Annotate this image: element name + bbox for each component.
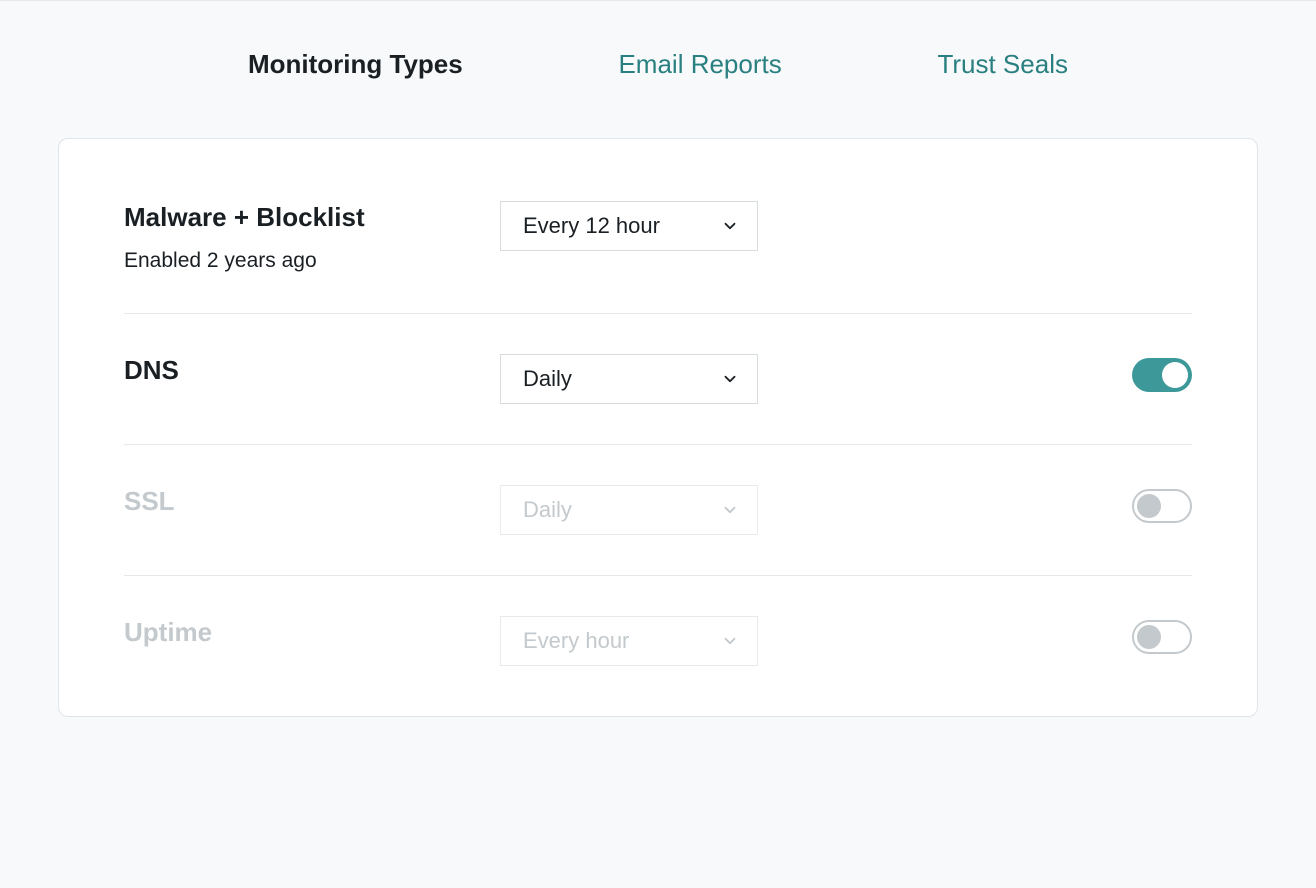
row-dns: DNS Daily bbox=[124, 313, 1192, 444]
uptime-title: Uptime bbox=[124, 616, 500, 650]
ssl-toggle[interactable] bbox=[1132, 489, 1192, 523]
row-malware: Malware + Blocklist Enabled 2 years ago … bbox=[124, 201, 1192, 313]
row-ssl: SSL Daily bbox=[124, 444, 1192, 575]
ssl-frequency-value: Daily bbox=[523, 497, 572, 523]
uptime-frequency-select[interactable]: Every hour bbox=[500, 616, 758, 666]
malware-subtitle: Enabled 2 years ago bbox=[124, 249, 500, 273]
tabs-nav: Monitoring Types Email Reports Trust Sea… bbox=[168, 1, 1148, 138]
chevron-down-icon bbox=[721, 217, 739, 235]
dns-title: DNS bbox=[124, 354, 500, 388]
dns-toggle[interactable] bbox=[1132, 358, 1192, 392]
toggle-knob bbox=[1137, 494, 1161, 518]
ssl-title: SSL bbox=[124, 485, 500, 519]
tab-monitoring-types[interactable]: Monitoring Types bbox=[248, 49, 463, 80]
dns-frequency-value: Daily bbox=[523, 366, 572, 392]
uptime-frequency-value: Every hour bbox=[523, 628, 629, 654]
chevron-down-icon bbox=[721, 370, 739, 388]
settings-card: Malware + Blocklist Enabled 2 years ago … bbox=[58, 138, 1258, 717]
toggle-knob bbox=[1137, 625, 1161, 649]
malware-frequency-value: Every 12 hour bbox=[523, 213, 660, 239]
toggle-knob bbox=[1162, 362, 1188, 388]
row-uptime: Uptime Every hour bbox=[124, 575, 1192, 666]
tab-email-reports[interactable]: Email Reports bbox=[618, 49, 781, 80]
ssl-frequency-select[interactable]: Daily bbox=[500, 485, 758, 535]
chevron-down-icon bbox=[721, 501, 739, 519]
malware-title: Malware + Blocklist bbox=[124, 201, 500, 235]
chevron-down-icon bbox=[721, 632, 739, 650]
dns-frequency-select[interactable]: Daily bbox=[500, 354, 758, 404]
malware-frequency-select[interactable]: Every 12 hour bbox=[500, 201, 758, 251]
uptime-toggle[interactable] bbox=[1132, 620, 1192, 654]
tab-trust-seals[interactable]: Trust Seals bbox=[937, 49, 1068, 80]
